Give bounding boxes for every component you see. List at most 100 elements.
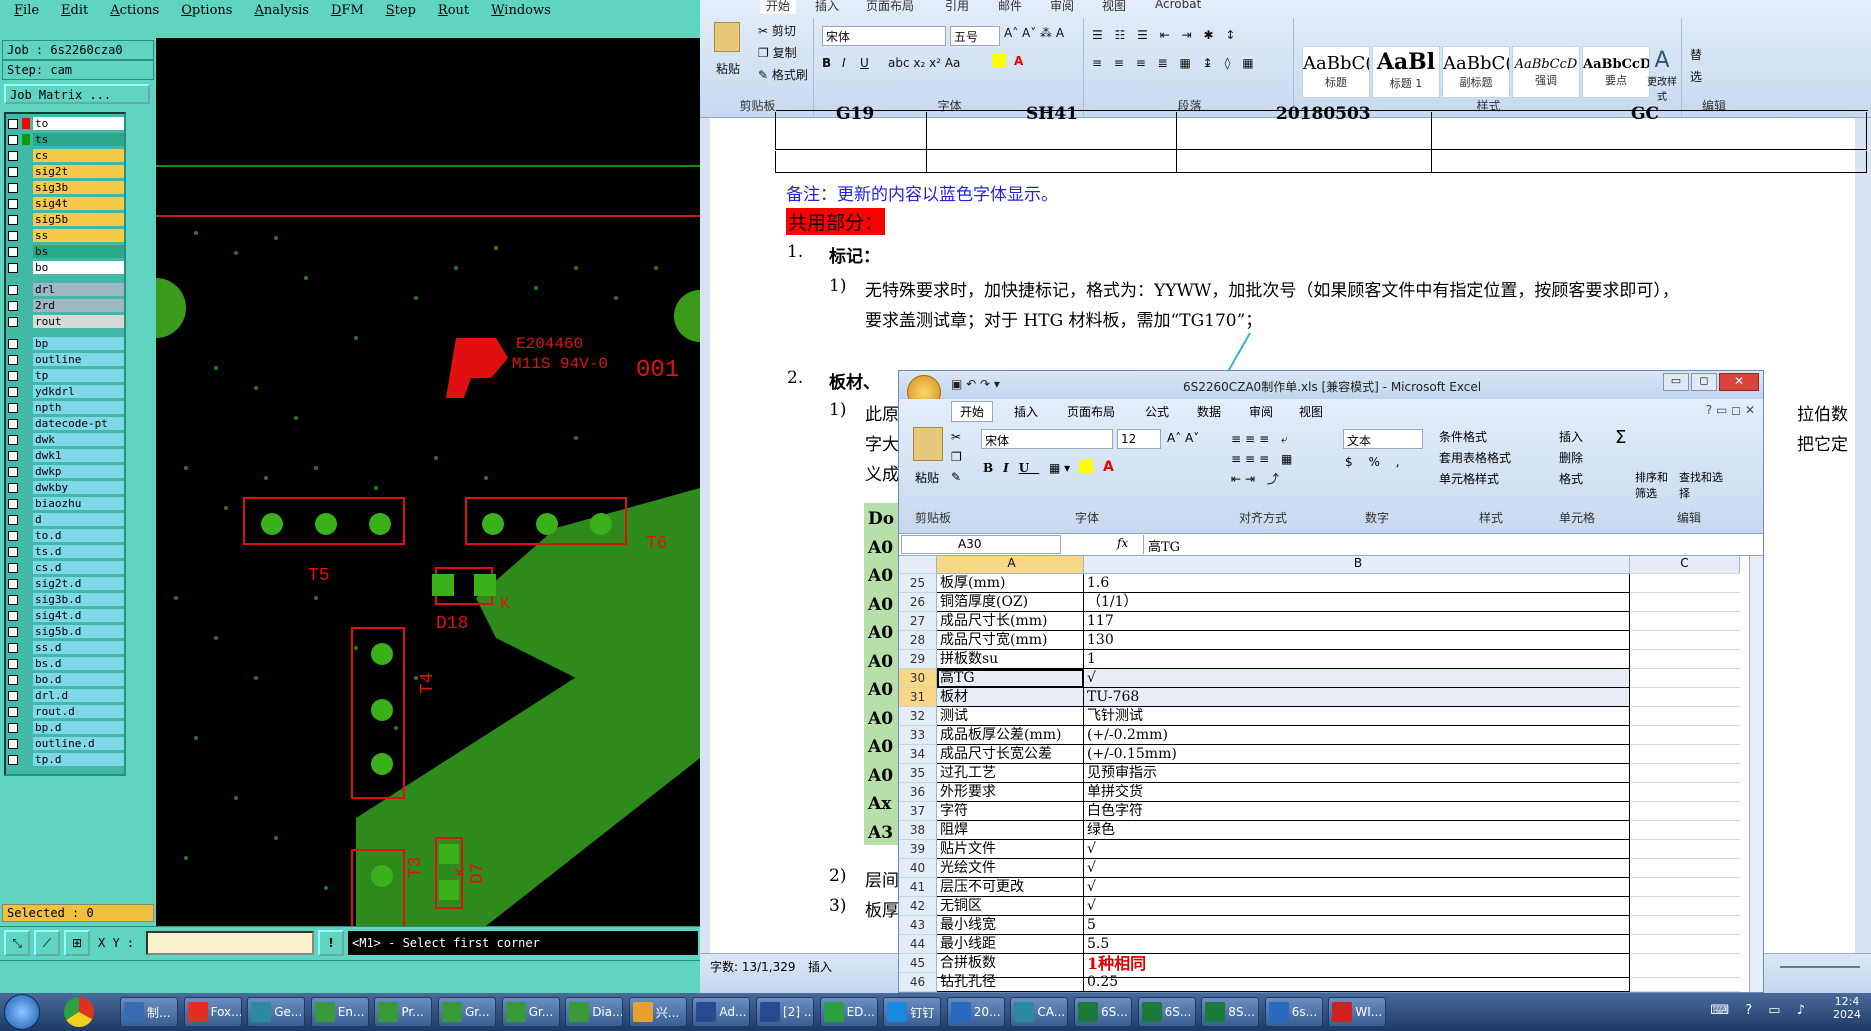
table-row[interactable]: 27 成品尺寸长(mm) 117 xyxy=(899,612,1763,631)
table-row[interactable]: 32 测试 飞针测试 xyxy=(899,707,1763,726)
xy-input[interactable] xyxy=(146,931,314,955)
format-cells-button[interactable]: 格式 xyxy=(1559,469,1583,490)
layer-row[interactable]: bs xyxy=(8,244,124,259)
taskbar-item[interactable]: 20... xyxy=(946,997,1005,1027)
cell-a[interactable]: 成品尺寸宽(mm) xyxy=(937,631,1084,650)
layer-row[interactable]: outline xyxy=(8,352,124,367)
taskbar-item[interactable]: ED... xyxy=(819,997,878,1027)
conditional-format-button[interactable]: 条件格式 xyxy=(1439,427,1511,448)
taskbar-item[interactable]: WI... xyxy=(1328,997,1387,1027)
menu-windows[interactable]: Windows xyxy=(491,3,551,18)
insert-cells-button[interactable]: 插入 xyxy=(1559,427,1583,448)
row-number[interactable]: 44 xyxy=(899,935,937,954)
cell-c[interactable] xyxy=(1630,859,1740,878)
xl-tab-home[interactable]: 开始 xyxy=(951,401,994,422)
table-row[interactable]: 36 外形要求 单拼交货 xyxy=(899,783,1763,802)
row-number[interactable]: 42 xyxy=(899,897,937,916)
layer-row[interactable]: to xyxy=(8,116,124,131)
cell-a[interactable]: 成品板厚公差(mm) xyxy=(937,726,1084,745)
taskbar-item[interactable]: CA... xyxy=(1010,997,1069,1027)
row-number[interactable]: 34 xyxy=(899,745,937,764)
layer-row[interactable]: ts.d xyxy=(8,544,124,559)
layer-row[interactable]: biaozhu xyxy=(8,496,124,511)
cell-a[interactable]: 板材 xyxy=(937,688,1084,707)
table-row[interactable]: 38 阻焊 绿色 xyxy=(899,821,1763,840)
delete-cells-button[interactable]: 删除 xyxy=(1559,448,1583,469)
layer-row[interactable]: bp xyxy=(8,336,124,351)
cell-b[interactable]: 见预审指示 xyxy=(1084,764,1630,783)
layer-checkbox[interactable] xyxy=(8,706,18,717)
cell-b[interactable]: √ xyxy=(1084,840,1630,859)
system-clock[interactable]: 12:4 2024 xyxy=(1833,995,1861,1021)
layer-row[interactable]: cs.d xyxy=(8,560,124,575)
xl-grow-font-icon[interactable]: A˄ A˅ xyxy=(1167,431,1199,445)
cell-b[interactable]: 0.25 xyxy=(1084,973,1630,992)
start-button-icon[interactable] xyxy=(4,994,40,1030)
vertical-scrollbar[interactable] xyxy=(1749,556,1763,992)
format-as-table-button[interactable]: 套用表格格式 xyxy=(1439,448,1511,469)
layer-checkbox[interactable] xyxy=(8,370,18,381)
row-number[interactable]: 33 xyxy=(899,726,937,745)
layer-checkbox[interactable] xyxy=(8,166,18,177)
layer-row[interactable]: sig4t xyxy=(8,196,124,211)
cell-c[interactable] xyxy=(1630,688,1740,707)
layer-row[interactable]: tp.d xyxy=(8,752,124,767)
xl-paste-button[interactable]: 粘贴 xyxy=(915,469,939,486)
row-number[interactable]: 29 xyxy=(899,650,937,669)
name-box[interactable]: A30 xyxy=(901,535,1061,554)
xl-align-icons[interactable]: ≡≡≡ ⤶ ≡≡≡ ▦ ⇤⇥ ⤴ xyxy=(1231,429,1296,489)
layer-row[interactable]: sig2t.d xyxy=(8,576,124,591)
cell-a[interactable]: 最小线距 xyxy=(937,935,1084,954)
warning-icon[interactable]: ! xyxy=(318,930,344,956)
cell-c[interactable] xyxy=(1630,878,1740,897)
xl-number-format[interactable]: 文本 xyxy=(1343,429,1423,449)
layer-row[interactable]: sig3b xyxy=(8,180,124,195)
layer-checkbox[interactable] xyxy=(8,316,18,327)
cell-c[interactable] xyxy=(1630,631,1740,650)
xl-tab-view[interactable]: 视图 xyxy=(1299,403,1323,420)
layer-row[interactable]: datecode-pt xyxy=(8,416,124,431)
taskbar-item[interactable]: 钉钉 xyxy=(883,997,942,1027)
menu-dfm[interactable]: DFM xyxy=(331,3,364,18)
layer-checkbox[interactable] xyxy=(8,530,18,541)
layer-row[interactable]: bs.d xyxy=(8,656,124,671)
layer-checkbox[interactable] xyxy=(8,230,18,241)
menu-edit[interactable]: Edit xyxy=(61,3,88,18)
layer-checkbox[interactable] xyxy=(8,150,18,161)
cell-a[interactable]: 无铜区 xyxy=(937,897,1084,916)
maximize-icon[interactable]: ◻ xyxy=(1691,373,1717,391)
xl-clipboard-icons[interactable]: ✂ ❐ ✎ xyxy=(951,427,962,487)
cell-b[interactable]: 5.5 xyxy=(1084,935,1630,954)
layer-row[interactable]: drl.d xyxy=(8,688,124,703)
column-header-c[interactable]: C xyxy=(1630,556,1740,574)
xl-tab-insert[interactable]: 插入 xyxy=(1014,403,1038,420)
cell-c[interactable] xyxy=(1630,669,1740,688)
menu-options[interactable]: Options xyxy=(181,3,232,18)
taskbar-item[interactable]: Pr... xyxy=(374,997,433,1027)
row-number[interactable]: 46 xyxy=(899,973,937,992)
menu-analysis[interactable]: Analysis xyxy=(254,3,309,18)
taskbar-item[interactable]: Gr... xyxy=(438,997,496,1027)
cell-a[interactable]: 高TG xyxy=(937,669,1084,688)
cell-a[interactable]: 板厚(mm) xyxy=(937,574,1084,593)
cell-b[interactable]: √ xyxy=(1084,859,1630,878)
cell-c[interactable] xyxy=(1630,574,1740,593)
layer-checkbox[interactable] xyxy=(8,482,18,493)
row-number[interactable]: 27 xyxy=(899,612,937,631)
layer-checkbox[interactable] xyxy=(8,214,18,225)
cell-b[interactable]: TU-768 xyxy=(1084,688,1630,707)
taskbar-item[interactable]: En... xyxy=(310,997,369,1027)
layer-checkbox[interactable] xyxy=(8,246,18,257)
cell-c[interactable] xyxy=(1630,973,1740,992)
cell-b[interactable]: 白色字符 xyxy=(1084,802,1630,821)
layer-checkbox[interactable] xyxy=(8,514,18,525)
table-row[interactable]: 40 光绘文件 √ xyxy=(899,859,1763,878)
formula-input[interactable]: 高TG xyxy=(1143,535,1743,555)
taskbar-item[interactable]: 制... xyxy=(120,997,178,1027)
table-row[interactable]: 35 过孔工艺 见预审指示 xyxy=(899,764,1763,783)
cell-c[interactable] xyxy=(1630,612,1740,631)
layer-row[interactable]: npth xyxy=(8,400,124,415)
menu-step[interactable]: Step xyxy=(386,3,416,18)
table-row[interactable]: 46 钻孔孔径 0.25 xyxy=(899,973,1763,992)
cell-c[interactable] xyxy=(1630,821,1740,840)
